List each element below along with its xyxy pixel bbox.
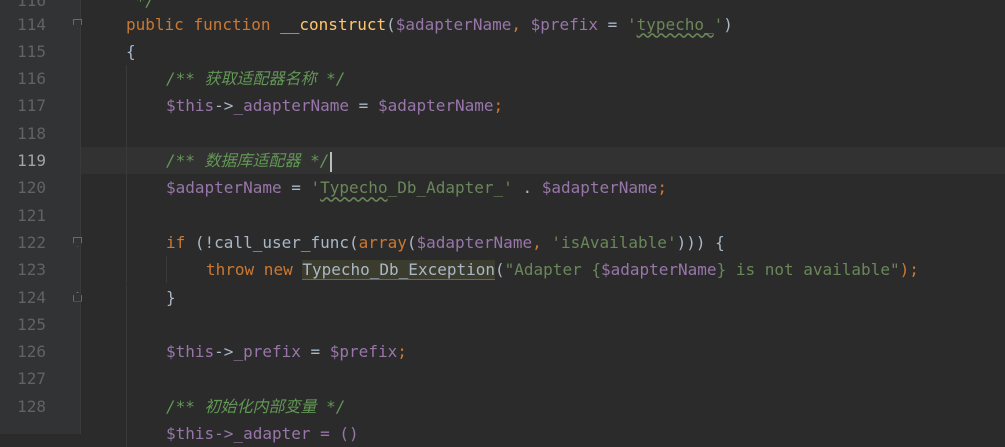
text-caret <box>330 151 333 172</box>
code-line-current[interactable]: 119 /** 数据库适配器 */ <box>0 147 1005 175</box>
code-line[interactable]: 125 <box>0 310 1005 339</box>
line-number: 119 <box>17 151 46 170</box>
line-number: 128 <box>17 396 46 416</box>
code-line[interactable]: 118 <box>0 119 1005 147</box>
code-line[interactable]: 115 { <box>0 38 1005 65</box>
line-number: 124 <box>17 287 46 307</box>
code-text: /** 获取适配器名称 */ <box>166 69 346 89</box>
code-line[interactable]: 123 throw new Typecho_Db_Exception("Adap… <box>0 256 1005 284</box>
line-number: 118 <box>17 123 46 143</box>
code-line[interactable]: 121 <box>0 201 1005 229</box>
code-line[interactable]: 116 /** 获取适配器名称 */ <box>0 65 1005 93</box>
line-number: 127 <box>17 369 46 389</box>
line-number: 122 <box>17 232 46 252</box>
code-text: public function __construct($adapterName… <box>126 14 733 34</box>
code-text: $adapterName = 'Typecho_Db_Adapter_' . $… <box>166 178 667 198</box>
line-number: 123 <box>17 260 46 280</box>
code-text: $this->_prefix = $prefix; <box>166 342 407 362</box>
code-editor[interactable]: 116 */ 114 public function __construct($… <box>0 0 1005 447</box>
line-number: 126 <box>17 342 46 362</box>
line-number: 115 <box>17 41 46 61</box>
code-text: /** 初始化内部变量 */ <box>166 396 346 416</box>
line-number: 120 <box>17 178 46 198</box>
line-number: 114 <box>17 14 46 34</box>
line-number: 117 <box>17 96 46 116</box>
line-number: 116 <box>17 69 46 89</box>
code-line[interactable]: 120 $adapterName = 'Typecho_Db_Adapter_'… <box>0 174 1005 202</box>
code-line[interactable]: 117 $this->_adapterName = $adapterName; <box>0 92 1005 120</box>
line-number: 121 <box>17 205 46 225</box>
code-line[interactable]: 124 } <box>0 283 1005 311</box>
code-text: throw new Typecho_Db_Exception("Adapter … <box>206 260 919 281</box>
code-line[interactable]: 128 /** 初始化内部变量 */ <box>0 392 1005 420</box>
code-text: } <box>166 287 176 307</box>
code-text: if (!call_user_func(array($adapterName, … <box>166 232 725 252</box>
code-text: /** 数据库适配器 */ <box>166 147 333 174</box>
code-line[interactable]: 126 $this->_prefix = $prefix; <box>0 338 1005 366</box>
code-line[interactable]: 127 <box>0 365 1005 393</box>
code-line[interactable]: 114 public function __construct($adapter… <box>0 11 1005 38</box>
code-text: { <box>126 41 136 61</box>
code-line[interactable]: 122 if (!call_user_func(array($adapterNa… <box>0 228 1005 257</box>
line-number: 125 <box>17 314 46 334</box>
code-text: $this->_adapterName = $adapterName; <box>166 96 504 116</box>
highlighted-class-name: Typecho_Db_Exception <box>302 260 495 281</box>
